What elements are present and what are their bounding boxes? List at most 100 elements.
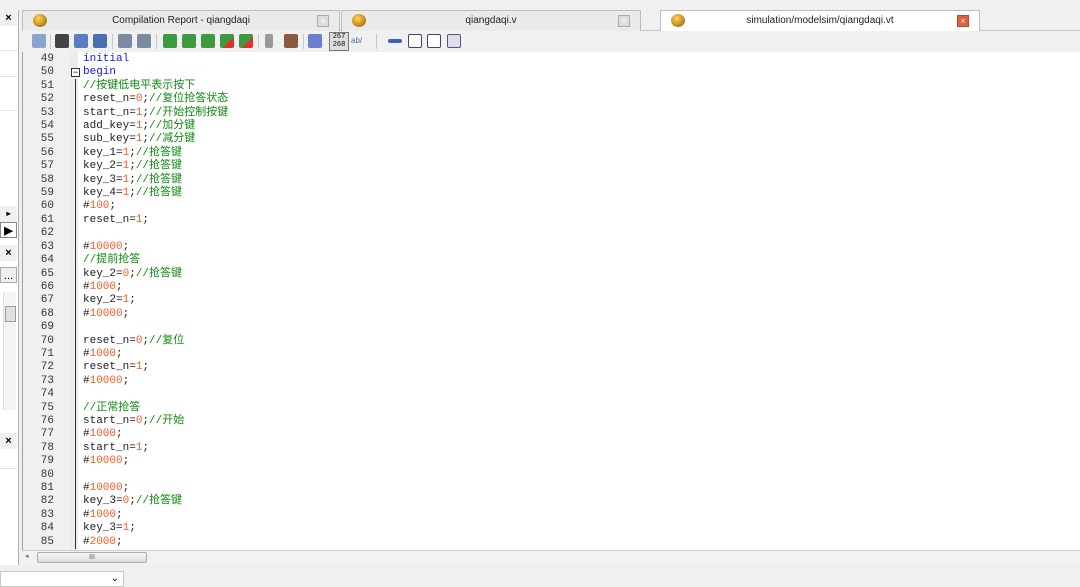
code-token: ; <box>116 535 123 548</box>
scrollbar-thumb[interactable] <box>5 306 16 322</box>
close-tab-icon[interactable]: × <box>317 15 329 27</box>
code-line: 55 sub_key=1;//减分键 <box>23 133 1080 146</box>
code-token: ; <box>122 307 130 320</box>
code-editor[interactable]: 49 initial 50 begin 51 //按键低电平表示按下 52 reset_n=0… <box>22 52 1080 550</box>
code-token: ; <box>129 267 136 280</box>
code-token: ; <box>109 200 117 213</box>
code-line: 65 key_2=0;//抢答键 <box>23 268 1080 281</box>
line-number: 53 <box>40 106 54 119</box>
insert-template-icon[interactable] <box>32 34 46 48</box>
properties-icon[interactable] <box>447 34 461 48</box>
code-line: 83 #1000; <box>23 509 1080 522</box>
scrollbar-thumb[interactable]: III <box>37 552 147 563</box>
line-text: key_2=0;//抢答键 <box>83 268 182 281</box>
line-number: 73 <box>40 374 54 387</box>
code-token: start_n= <box>83 441 136 454</box>
code-token: # <box>83 482 90 494</box>
code-token: key_3= <box>83 495 123 508</box>
word-wrap-button[interactable]: ab/ <box>351 36 362 45</box>
browse-button[interactable]: ... <box>0 267 17 283</box>
remove-bookmark-icon[interactable] <box>220 34 234 48</box>
line-text: #1000; <box>83 428 123 441</box>
code-line: 71 #1000; <box>23 348 1080 361</box>
code-line: 51 //按键低电平表示按下 <box>23 80 1080 93</box>
line-number: 64 <box>40 254 54 267</box>
line-number: 59 <box>40 187 54 200</box>
scroll-icon[interactable] <box>284 34 298 48</box>
code-token: reset_n= <box>83 213 136 226</box>
line-text: #1000; <box>83 281 123 294</box>
editor-toolbar: 267 268 ab/ <box>22 31 1080 52</box>
decrease-indent-icon[interactable] <box>137 34 151 48</box>
replace-icon[interactable] <box>74 34 88 48</box>
line-text: #10000; <box>83 241 129 254</box>
code-line: 73 #10000; <box>23 375 1080 388</box>
horizontal-scrollbar[interactable]: ◂ III <box>22 550 1080 564</box>
code-line: 56 key_1=1;//抢答键 <box>23 147 1080 160</box>
format-icon[interactable] <box>427 34 441 48</box>
line-text: add_key=1;//加分键 <box>83 120 195 133</box>
line-text: sub_key=1;//减分键 <box>83 133 195 146</box>
code-token: ; <box>122 374 130 387</box>
line-text: start_n=0;//开始 <box>83 415 184 428</box>
tab-0[interactable]: Compilation Report - qiangdaqi × <box>22 10 340 31</box>
scroll-right-button[interactable]: ▸ <box>0 206 17 222</box>
vertical-scrollbar[interactable] <box>3 292 16 410</box>
code-token: ; <box>129 187 136 200</box>
line-text: key_4=1;//抢答键 <box>83 187 182 200</box>
line-text: //正常抢答 <box>83 402 140 415</box>
code-token: key_2= <box>83 160 123 173</box>
code-token: //抢答键 <box>135 187 183 200</box>
fold-toggle-icon[interactable]: − <box>71 68 80 77</box>
align-icon[interactable] <box>408 34 422 48</box>
code-token: 10000 <box>89 374 123 387</box>
line-number: 62 <box>40 227 54 240</box>
check-icon[interactable] <box>308 34 322 48</box>
line-number: 77 <box>40 428 54 441</box>
code-token: ; <box>116 428 123 441</box>
expand-button[interactable]: ▶ <box>0 222 17 238</box>
code-token: //减分键 <box>149 133 196 146</box>
tab-2[interactable]: simulation/modelsim/qiangdaqi.vt × <box>660 10 980 32</box>
close-panel-button[interactable]: × <box>0 245 17 261</box>
code-token: //抢答键 <box>135 495 183 508</box>
attach-icon[interactable] <box>265 34 273 48</box>
code-line: 68 #10000; <box>23 308 1080 321</box>
previous-bookmark-icon[interactable] <box>201 34 215 48</box>
line-number: 84 <box>40 522 54 535</box>
code-line: 58 key_3=1;//抢答键 <box>23 174 1080 187</box>
close-panel-button[interactable]: × <box>0 433 17 449</box>
close-panel-button[interactable]: × <box>0 10 17 26</box>
goto-icon[interactable] <box>388 39 402 43</box>
toolbar-separator <box>156 34 157 49</box>
left-panel: × ▸ ▶ × ... × <box>0 10 19 565</box>
line-text: //提前抢答 <box>83 254 140 267</box>
scroll-left-icon[interactable]: ◂ <box>25 552 29 560</box>
code-line: 74 <box>23 388 1080 401</box>
next-bookmark-icon[interactable] <box>182 34 196 48</box>
fold-line <box>75 79 76 549</box>
line-number: 49 <box>40 53 54 65</box>
line-numbers-toggle[interactable]: 267 268 <box>329 32 349 51</box>
code-token: ; <box>142 441 150 454</box>
code-token: ; <box>129 160 136 173</box>
bookmark-icon[interactable] <box>163 34 177 48</box>
code-token: //抢答键 <box>135 267 183 280</box>
remove-all-bookmarks-icon[interactable] <box>239 34 253 48</box>
code-token: # <box>83 347 90 360</box>
code-token: 10000 <box>89 307 123 320</box>
bottom-dropdown[interactable]: ⌄ <box>0 571 124 587</box>
code-token: # <box>83 428 90 441</box>
find-matching-delimiter-icon[interactable] <box>93 34 107 48</box>
tab-1[interactable]: qiangdaqi.v × <box>341 10 641 31</box>
line-number: 74 <box>40 388 54 401</box>
line-number: 82 <box>40 495 54 508</box>
increase-indent-icon[interactable] <box>118 34 132 48</box>
code-token: key_1= <box>83 146 123 159</box>
code-token: 10000 <box>89 455 123 468</box>
line-number: 75 <box>40 401 54 414</box>
close-tab-icon[interactable]: × <box>957 15 969 27</box>
toolbar-separator <box>258 34 259 49</box>
close-tab-icon[interactable]: × <box>618 15 630 27</box>
find-icon[interactable] <box>55 34 69 48</box>
